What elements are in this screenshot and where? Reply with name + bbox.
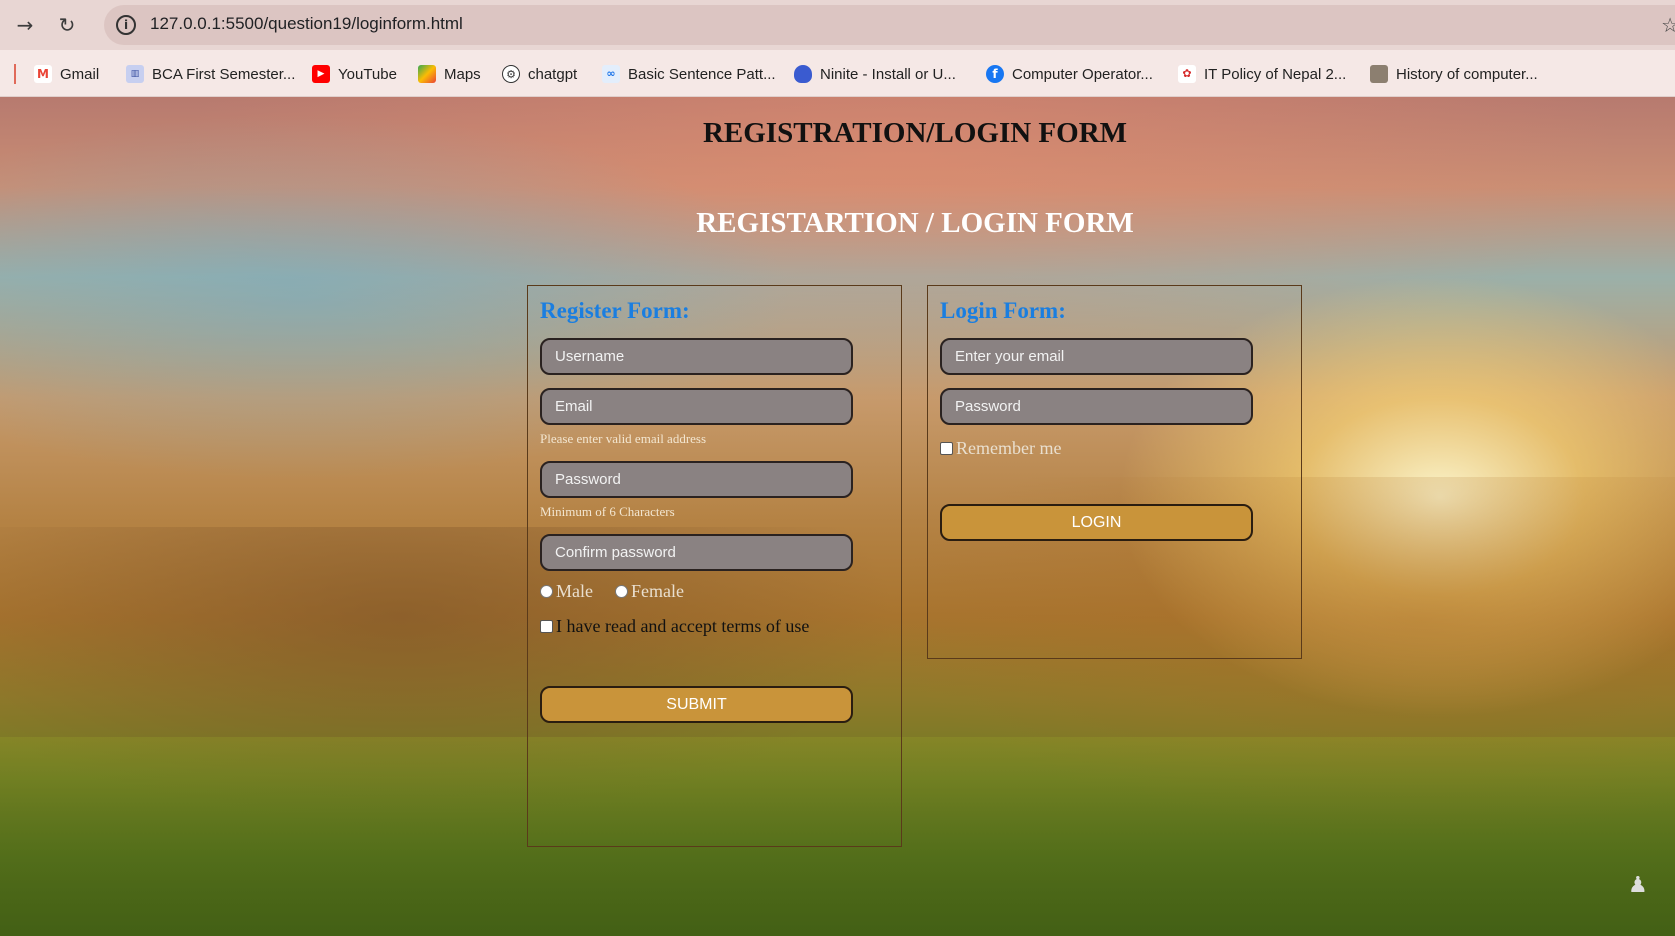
bookmark-label: YouTube	[338, 65, 397, 83]
terms-checkbox[interactable]	[540, 620, 553, 633]
bookmark-label: Maps	[444, 65, 481, 83]
browser-toolbar: → ↻ i 127.0.0.1:5500/question19/loginfor…	[0, 0, 1675, 50]
bookmark-gmail[interactable]: M Gmail	[34, 62, 99, 86]
ninite-icon	[794, 65, 812, 83]
login-email-input[interactable]: Enter your email	[940, 338, 1253, 375]
bookmark-label: Computer Operator...	[1012, 65, 1153, 83]
female-radio[interactable]	[615, 585, 628, 598]
it-policy-icon: ✿	[1178, 65, 1196, 83]
bookmark-ninite[interactable]: Ninite - Install or U...	[794, 62, 956, 86]
email-input[interactable]: Email	[540, 388, 853, 425]
bookmarks-bar: M Gmail ▥ BCA First Semester... ▶ YouTub…	[0, 50, 1675, 97]
confirm-password-input[interactable]: Confirm password	[540, 534, 853, 571]
male-label[interactable]: Male	[556, 581, 593, 602]
forward-icon[interactable]: →	[12, 12, 38, 38]
login-password-input[interactable]: Password	[940, 388, 1253, 425]
login-button[interactable]: LOGIN	[940, 504, 1253, 541]
youtube-icon: ▶	[312, 65, 330, 83]
register-heading: Register Form:	[540, 298, 690, 323]
basic-sentence-icon: ∞	[602, 65, 620, 83]
address-bar[interactable]: i 127.0.0.1:5500/question19/loginform.ht…	[104, 5, 1675, 45]
bookmark-label: Basic Sentence Patt...	[628, 65, 776, 83]
login-form: Login Form: Enter your email Password Re…	[927, 285, 1302, 659]
page-subtitle: REGISTARTION / LOGIN FORM	[696, 207, 1134, 239]
bookmark-label: chatgpt	[528, 65, 578, 83]
gmail-icon: M	[34, 65, 52, 83]
chatgpt-icon: ⚙	[502, 65, 520, 83]
bookmark-label: History of computer...	[1396, 65, 1538, 83]
male-radio[interactable]	[540, 585, 553, 598]
remember-label[interactable]: Remember me	[956, 438, 1061, 459]
password-hint: Minimum of 6 Characters	[540, 504, 675, 519]
submit-button[interactable]: SUBMIT	[540, 686, 853, 723]
reload-icon[interactable]: ↻	[54, 12, 80, 38]
bca-icon: ▥	[126, 65, 144, 83]
remember-checkbox[interactable]	[940, 442, 953, 455]
email-hint: Please enter valid email address	[540, 431, 707, 446]
history-icon	[1370, 65, 1388, 83]
bookmark-youtube[interactable]: ▶ YouTube	[312, 62, 397, 86]
bookmark-history[interactable]: History of computer...	[1370, 62, 1538, 86]
bookmark-label: BCA First Semester...	[152, 65, 296, 83]
info-icon[interactable]: i	[116, 15, 136, 35]
bookmark-label: IT Policy of Nepal 2...	[1204, 65, 1347, 83]
star-icon[interactable]: ☆	[1661, 13, 1675, 37]
page-background: REGISTRATION/LOGIN FORM REGISTARTION / L…	[0, 97, 1675, 936]
bookmark-label: Ninite - Install or U...	[820, 65, 956, 83]
bookmark-bca[interactable]: ▥ BCA First Semester...	[126, 62, 295, 86]
login-heading: Login Form:	[940, 298, 1066, 323]
bookmark-maps[interactable]: Maps	[418, 62, 481, 86]
register-form: Register Form: Username Email Please ent…	[527, 285, 902, 847]
terms-label[interactable]: I have read and accept terms of use	[556, 616, 809, 637]
bookmark-label: Gmail	[60, 65, 100, 83]
password-input[interactable]: Password	[540, 461, 853, 498]
bookmark-computer-operator[interactable]: f Computer Operator...	[986, 62, 1153, 86]
bookmark-it-policy[interactable]: ✿ IT Policy of Nepal 2...	[1178, 62, 1346, 86]
url-text[interactable]: 127.0.0.1:5500/question19/loginform.html	[150, 14, 463, 34]
bookmark-chatgpt[interactable]: ⚙ chatgpt	[502, 62, 577, 86]
maps-icon	[418, 65, 436, 83]
bookmarks-divider	[14, 64, 16, 84]
facebook-icon: f	[986, 65, 1004, 83]
extension-icon[interactable]: ♟	[1628, 873, 1654, 903]
page-title: REGISTRATION/LOGIN FORM	[702, 117, 1128, 149]
username-input[interactable]: Username	[540, 338, 853, 375]
female-label[interactable]: Female	[631, 581, 684, 602]
bookmark-basic-sentence[interactable]: ∞ Basic Sentence Patt...	[602, 62, 776, 86]
